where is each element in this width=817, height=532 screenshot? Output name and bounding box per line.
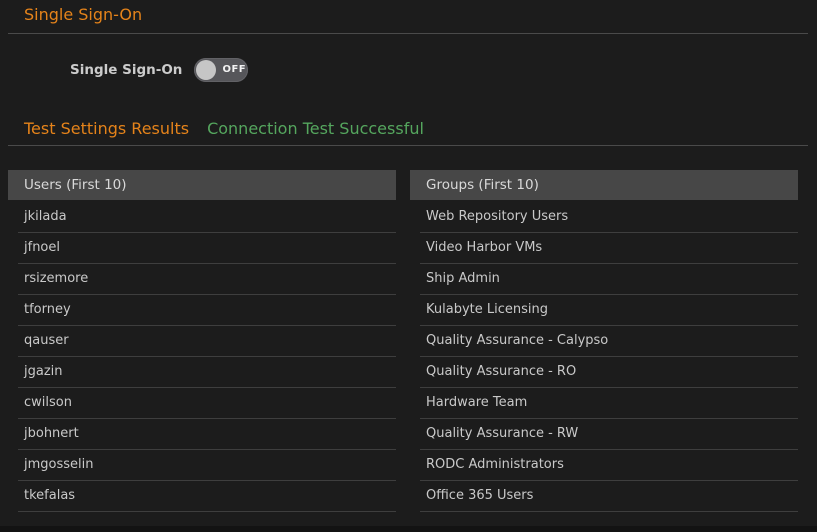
user-row: tkefalas	[18, 481, 396, 512]
group-row: Web Repository Users	[420, 202, 798, 233]
footer-strip	[0, 526, 817, 532]
test-settings-heading-row: Test Settings Results Connection Test Su…	[0, 119, 817, 139]
results-tables: Users (First 10) jkilada jfnoel rsizemor…	[8, 170, 798, 512]
group-row: Video Harbor VMs	[420, 233, 798, 264]
sso-toggle-row: Single Sign-On OFF	[0, 57, 817, 82]
user-row: jfnoel	[18, 233, 396, 264]
groups-table-header: Groups (First 10)	[410, 170, 798, 200]
toggle-knob	[196, 60, 216, 80]
test-section-divider	[8, 145, 808, 146]
user-row: jmgosselin	[18, 450, 396, 481]
group-row: Quality Assurance - RO	[420, 357, 798, 388]
group-row: RODC Administrators	[420, 450, 798, 481]
user-row: tforney	[18, 295, 396, 326]
group-row: Hardware Team	[420, 388, 798, 419]
users-table-header: Users (First 10)	[8, 170, 396, 200]
toggle-state-label: OFF	[222, 64, 246, 75]
groups-table: Groups (First 10) Web Repository Users V…	[410, 170, 798, 512]
sso-toggle-label: Single Sign-On	[70, 62, 182, 78]
title-divider	[8, 33, 808, 34]
user-row: rsizemore	[18, 264, 396, 295]
group-row: Office 365 Users	[420, 481, 798, 512]
test-settings-title: Test Settings Results	[24, 119, 189, 139]
group-row: Ship Admin	[420, 264, 798, 295]
user-row: qauser	[18, 326, 396, 357]
user-row: jgazin	[18, 357, 396, 388]
user-row: jbohnert	[18, 419, 396, 450]
group-row: Quality Assurance - RW	[420, 419, 798, 450]
group-row: Quality Assurance - Calypso	[420, 326, 798, 357]
sso-toggle-switch[interactable]: OFF	[194, 58, 248, 82]
page-title: Single Sign-On	[0, 0, 817, 25]
user-row: cwilson	[18, 388, 396, 419]
user-row: jkilada	[18, 202, 396, 233]
connection-test-status: Connection Test Successful	[207, 119, 424, 139]
users-table: Users (First 10) jkilada jfnoel rsizemor…	[8, 170, 396, 512]
group-row: Kulabyte Licensing	[420, 295, 798, 326]
